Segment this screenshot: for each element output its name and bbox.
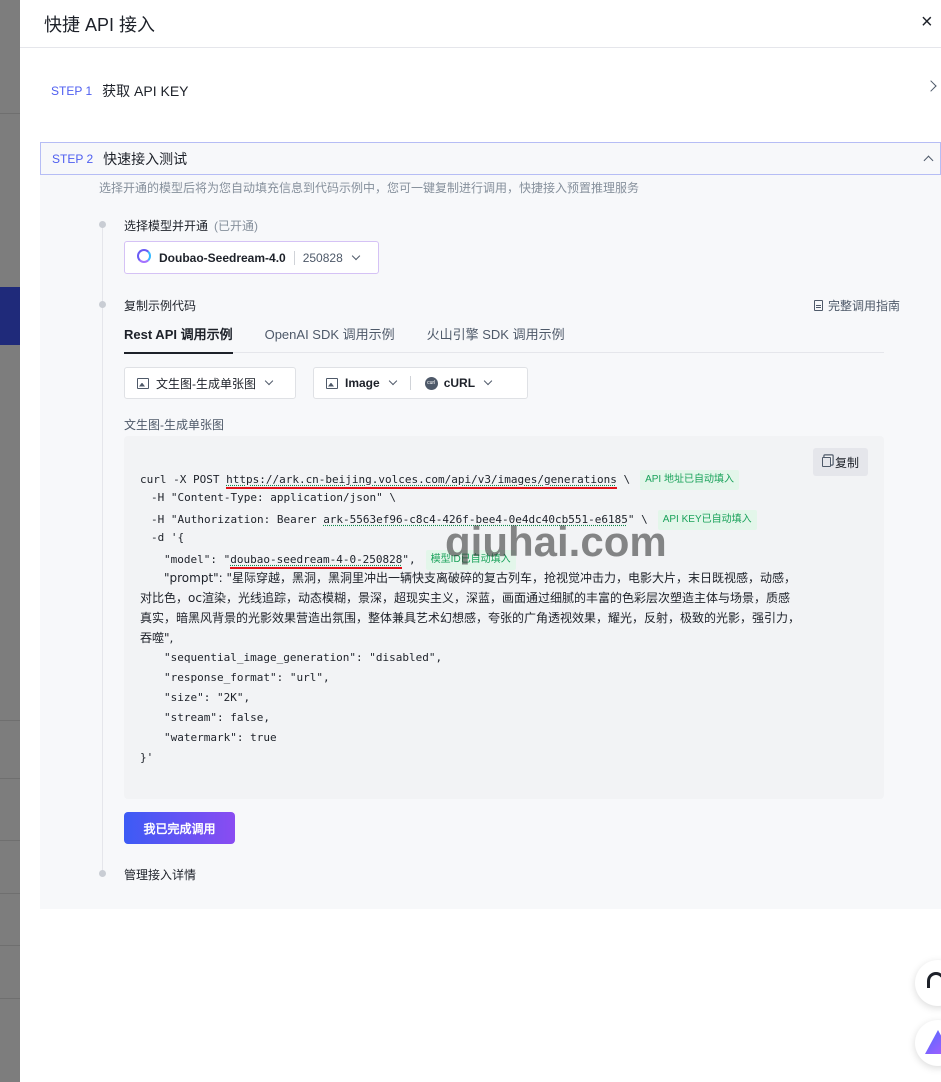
close-icon[interactable]: × <box>921 10 941 34</box>
guide-link[interactable]: 完整调用指南 <box>813 297 900 314</box>
manage-title: 管理接入详情 <box>124 868 197 882</box>
background-divider <box>0 893 20 894</box>
done-button[interactable]: 我已完成调用 <box>124 812 235 844</box>
timeline-dot <box>99 221 106 228</box>
guide-link-label: 完整调用指南 <box>827 299 900 313</box>
watermark: qiuhai.com <box>445 518 667 565</box>
type-lang-select: Image curl cURL <box>313 367 528 399</box>
chevron-up-icon <box>923 155 934 166</box>
model-id: doubao-seedream-4-0-250828 <box>230 553 403 569</box>
tab-volcengine-sdk[interactable]: 火山引擎 SDK 调用示例 <box>427 325 565 353</box>
background-banner <box>0 287 20 345</box>
image-icon <box>137 377 149 389</box>
select-model-label: 选择模型并开通 <box>124 219 209 233</box>
background-strip <box>0 0 20 1082</box>
code-line: "watermark": true <box>164 731 277 744</box>
code-line: "stream": false, <box>164 711 270 724</box>
model-logo-icon <box>137 248 151 263</box>
code-line: -d '{ <box>151 531 185 544</box>
scene-select[interactable]: 文生图-生成单张图 <box>124 367 296 399</box>
headset-icon <box>927 972 941 988</box>
chevron-down-icon <box>264 376 274 386</box>
copy-button-label: 复制 <box>834 455 859 470</box>
copy-icon <box>821 457 831 467</box>
drawer-header: 快捷 API 接入 × <box>20 0 941 48</box>
code-text: -H "Authorization: Bearer <box>151 513 324 526</box>
background-divider <box>0 945 20 946</box>
image-icon <box>326 377 338 389</box>
background-divider <box>0 778 20 779</box>
timeline-dot <box>99 301 106 308</box>
step-1-label: 获取 API KEY <box>102 82 189 99</box>
select-separator <box>409 376 411 390</box>
code-line: curl -X POST https://ark.cn-beijing.volc… <box>140 470 739 490</box>
code-line: -H "Content-Type: application/json" \ <box>151 491 397 504</box>
lang-select-value[interactable]: cURL <box>444 376 475 390</box>
code-text: ", <box>402 553 416 566</box>
code-title: 文生图-生成单张图 <box>124 418 224 432</box>
type-select-value[interactable]: Image <box>345 376 380 390</box>
code-text: \ <box>616 473 631 486</box>
code-line: "sequential_image_generation": "disabled… <box>164 651 443 664</box>
copy-button[interactable]: 复制 <box>813 448 868 476</box>
step-1-header[interactable]: STEP 1 获取 API KEY <box>40 74 941 107</box>
curl-icon: curl <box>424 376 438 390</box>
model-select[interactable]: Doubao-Seedream-4.0 250828 <box>124 241 379 274</box>
code-line: }' <box>140 751 154 764</box>
chevron-down-icon <box>388 376 397 386</box>
background-divider <box>0 113 20 114</box>
code-text: "model": " <box>164 553 231 566</box>
timeline-dot <box>99 870 106 877</box>
copy-code-title: 复制示例代码 <box>124 299 197 313</box>
select-model-status: (已开通) <box>214 219 259 233</box>
step-2-description: 选择开通的模型后将为您自动填充信息到代码示例中，您可一键复制进行调用，快捷接入预… <box>99 181 640 195</box>
step-1-number: STEP 1 <box>51 83 93 98</box>
model-name: Doubao-Seedream-4.0 <box>159 250 286 265</box>
drawer-title: 快捷 API 接入 <box>44 14 156 35</box>
doc-icon <box>813 300 823 311</box>
step-2-header[interactable]: STEP 2 快速接入测试 <box>40 142 941 175</box>
code-tabs: Rest API 调用示例 OpenAI SDK 调用示例 火山引擎 SDK 调… <box>124 325 884 354</box>
chevron-down-icon <box>483 376 493 386</box>
background-divider <box>0 998 20 999</box>
tab-openai-sdk[interactable]: OpenAI SDK 调用示例 <box>265 325 395 353</box>
step-2-number: STEP 2 <box>52 151 94 166</box>
support-button[interactable] <box>915 960 941 1006</box>
model-separator <box>293 250 295 265</box>
key-auto-badge: API KEY已自动填入 <box>657 510 757 530</box>
step-2-label: 快速接入测试 <box>103 150 188 167</box>
code-prompt: "prompt": "星际穿越，黑洞，黑洞里冲出一辆快支离破碎的复古列车，抢视觉… <box>140 571 801 645</box>
background-divider <box>0 840 20 841</box>
model-version: 250828 <box>302 250 343 265</box>
code-line: "size": "2K", <box>164 691 251 704</box>
api-auto-badge: API 地址已自动填入 <box>640 470 739 490</box>
assistant-button[interactable] <box>915 1020 941 1066</box>
code-line: "response_format": "url", <box>164 671 330 684</box>
code-text: curl -X POST <box>140 473 227 486</box>
select-model-title: 选择模型并开通 (已开通) <box>124 217 258 234</box>
scene-select-value: 文生图-生成单张图 <box>156 376 256 391</box>
chevron-right-icon <box>925 80 937 92</box>
background-divider <box>0 720 20 721</box>
api-url: https://ark.cn-beijing.volces.com/api/v3… <box>226 473 617 489</box>
chevron-down-icon <box>351 251 360 260</box>
timeline-line <box>102 225 103 873</box>
sparkle-icon <box>925 1030 941 1054</box>
tab-rest-api[interactable]: Rest API 调用示例 <box>124 325 233 354</box>
code-block: 复制 curl -X POST https://ark.cn-beijing.v… <box>124 436 884 799</box>
